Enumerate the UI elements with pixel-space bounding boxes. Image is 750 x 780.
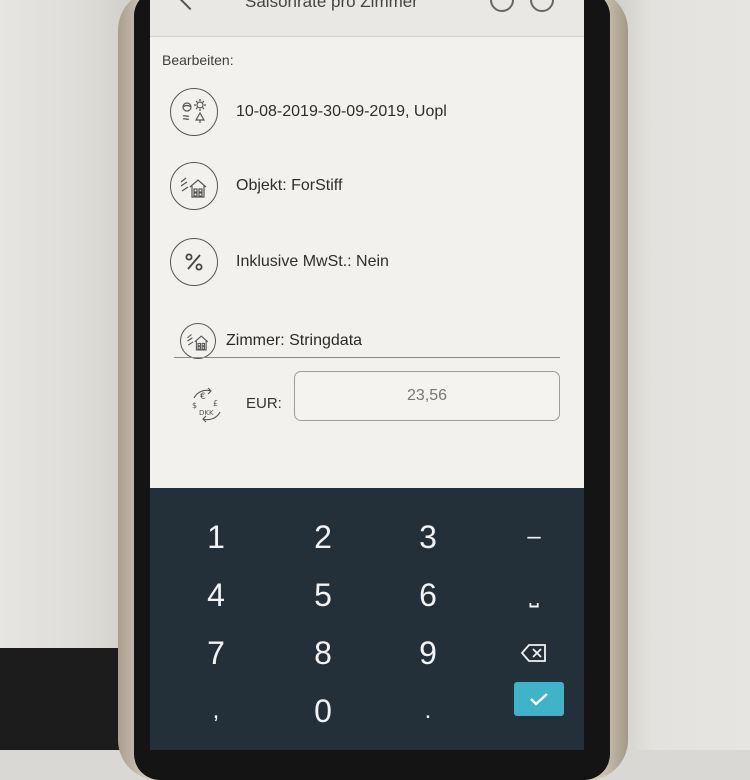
svg-text:$: $ [192, 401, 197, 410]
app-header: Saisonrate pro Zimmer [150, 0, 584, 37]
season-weather-icon [170, 88, 218, 136]
percent-icon [170, 238, 218, 286]
object-row[interactable]: Objekt: ForStiff [170, 162, 342, 210]
key-0[interactable]: 0 [283, 686, 363, 736]
key-7[interactable]: 7 [176, 628, 256, 678]
checkmark-icon [530, 693, 548, 706]
key-4[interactable]: 4 [176, 570, 256, 620]
object-text: Objekt: ForStiff [236, 177, 343, 194]
season-dates-row[interactable]: 10-08-2019-30-09-2019, Uopl [170, 88, 447, 136]
room-text: Zimmer: Stringdata [226, 332, 363, 349]
property-house-icon [170, 162, 218, 210]
phone-screen: Saisonrate pro Zimmer Bearbeiten: 10-08-… [150, 0, 584, 750]
key-9[interactable]: 9 [388, 628, 468, 678]
header-action-icon[interactable] [490, 0, 514, 12]
numeric-keypad: 1 2 3 – 4 5 6 ⎵ 7 8 9 , 0 . [150, 488, 584, 750]
currency-label: EUR: [246, 395, 282, 412]
done-button[interactable] [514, 682, 564, 716]
divider [174, 357, 560, 358]
key-8[interactable]: 8 [283, 628, 363, 678]
room-row[interactable]: Zimmer: Stringdata [180, 323, 362, 359]
svg-text:£: £ [213, 399, 218, 408]
currency-exchange-icon: € $ £ DKK [186, 384, 228, 426]
key-minus[interactable]: – [494, 512, 574, 562]
back-arrow-icon[interactable] [175, 0, 205, 11]
svg-text:DKK: DKK [199, 409, 214, 417]
page-title: Saisonrate pro Zimmer [245, 0, 418, 11]
season-dates-text: 10-08-2019-30-09-2019, Uopl [236, 103, 447, 120]
key-3[interactable]: 3 [388, 512, 468, 562]
price-input[interactable] [294, 371, 560, 421]
key-comma[interactable]: , [176, 686, 256, 736]
key-5[interactable]: 5 [283, 570, 363, 620]
room-house-icon [180, 323, 216, 359]
vat-text: Inklusive MwSt.: Nein [236, 253, 389, 270]
key-2[interactable]: 2 [283, 512, 363, 562]
key-space[interactable]: ⎵ [494, 570, 574, 620]
key-period[interactable]: . [388, 686, 468, 736]
backspace-icon [520, 644, 546, 662]
key-6[interactable]: 6 [388, 570, 468, 620]
section-label: Bearbeiten: [162, 52, 234, 68]
key-1[interactable]: 1 [176, 512, 256, 562]
header-menu-icon[interactable] [530, 0, 554, 12]
vat-row[interactable]: Inklusive MwSt.: Nein [170, 238, 389, 286]
key-backspace[interactable] [494, 628, 574, 678]
svg-text:€: € [200, 392, 206, 402]
